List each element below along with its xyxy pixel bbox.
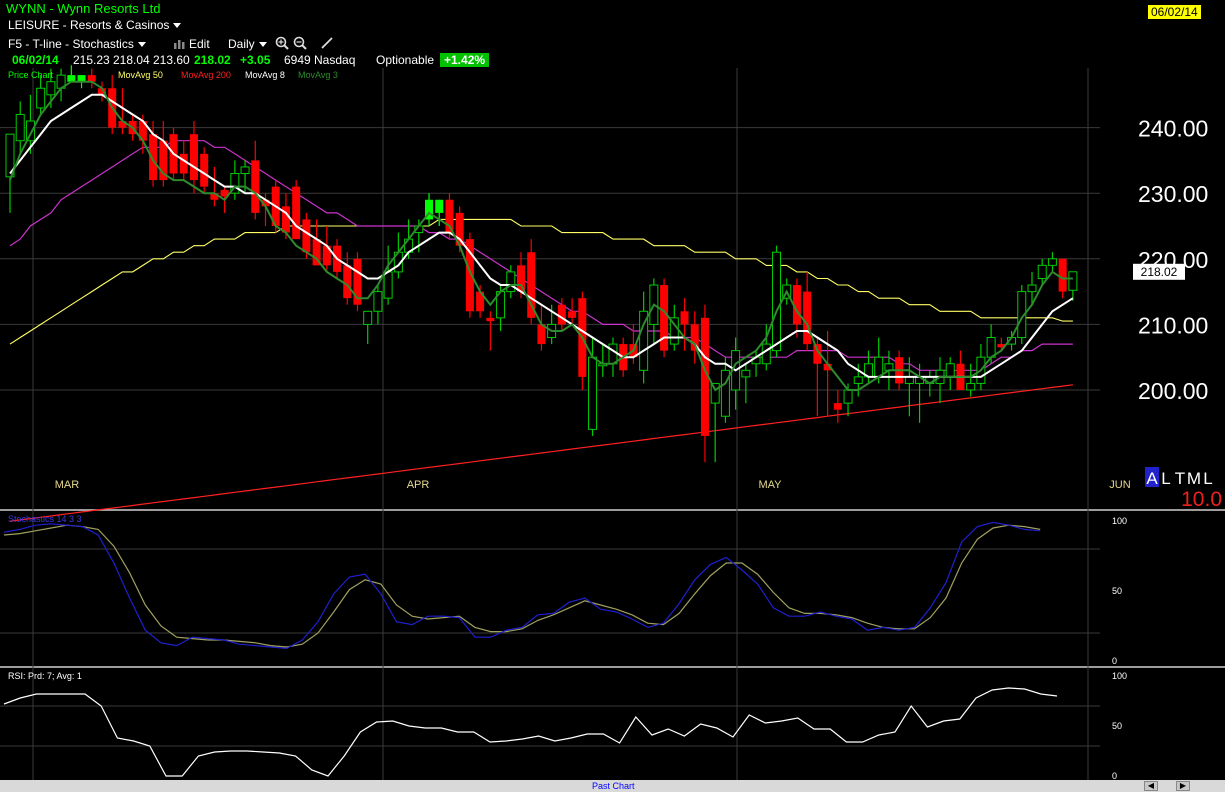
candle-body [343,265,352,299]
price-tick-label: 230.00 [1138,181,1208,207]
candle-body [1047,258,1057,266]
month-label: JUN [1109,479,1130,491]
candle-body [1068,271,1078,291]
candle-body [36,87,46,109]
candle-body [1027,284,1037,293]
candle-body [761,343,771,365]
rsi-title: RSI: Prd: 7; Avg: 1 [8,671,82,681]
candle-body [67,75,76,82]
price-tick-label: 240.00 [1138,116,1208,142]
candle-body [15,113,25,142]
candle-body [853,376,863,384]
price-tick-label: 210.00 [1138,312,1208,338]
altml-letter: T [1175,469,1185,488]
footer-bar: Past Chart ◀ ▶ [0,780,1225,792]
candle-body [1058,258,1067,292]
candle-body [833,403,842,410]
candle-body [506,271,516,293]
legend-entry: Price Chart [8,70,54,80]
candle-body [302,219,311,253]
stoch-title: Stochastics 14 3 3 [8,514,82,524]
candle-body [179,153,188,174]
candle-body [46,81,56,96]
candle-body [517,265,525,292]
candle-body [843,389,853,404]
candle-body [803,291,812,345]
candle-body [77,75,86,82]
candle-body [240,166,250,175]
last-price-label: 218.02 [1141,265,1178,279]
rsi-tick-label: 0 [1112,771,1117,780]
price-tick-label: 200.00 [1138,378,1208,404]
scroll-right-button[interactable]: ▶ [1176,781,1190,791]
candle-body [741,369,751,378]
candle-body [373,291,383,312]
candle-body [251,160,260,213]
rsi-tick-label: 50 [1112,721,1122,731]
stoch-d-line [3,524,1041,648]
past-chart-link[interactable]: Past Chart [592,780,635,792]
candle-body [87,75,96,82]
candle-body [588,356,598,430]
stoch-tick-label: 100 [1112,516,1127,526]
candle-body [680,311,689,325]
scroll-left-button[interactable]: ◀ [1144,781,1158,791]
month-label: MAY [758,479,782,491]
candle-body [363,310,373,325]
candle-body [945,363,955,378]
legend-entry: MovAvg 8 [245,70,285,80]
stoch-k-line [3,521,1041,650]
legend-entry: MovAvg 200 [181,70,231,80]
candle-body [292,186,301,240]
altml-letter: A [1146,469,1158,488]
candle-body [557,304,566,325]
candle-body [435,199,444,213]
stoch-tick-label: 50 [1112,586,1122,596]
candle-body [189,134,198,181]
month-label: APR [407,479,430,491]
candle-body [966,382,976,391]
legend-entry: MovAvg 50 [118,70,163,80]
candle-body [660,285,669,351]
altml-letter: L [1161,469,1170,488]
candle-body [383,271,393,299]
stoch-tick-label: 0 [1112,656,1117,666]
candle-body [200,153,209,187]
ma200-line [9,384,1073,522]
legend-entry: MovAvg 3 [298,70,338,80]
altml-letter: L [1203,469,1212,488]
candle-body [608,343,618,365]
candle-body [1037,264,1047,279]
altml-letter: M [1187,469,1201,488]
chart-canvas[interactable]: 200.00210.00220.00230.00240.00218.02MAR A… [0,0,1225,780]
rsi-line [3,687,1058,777]
candle-body [486,317,495,322]
altml-value: 10.0 [1181,488,1222,511]
rsi-tick-label: 100 [1112,671,1127,681]
candle-body [772,251,781,352]
candle-body [568,311,577,318]
month-label: MAR [55,479,80,491]
